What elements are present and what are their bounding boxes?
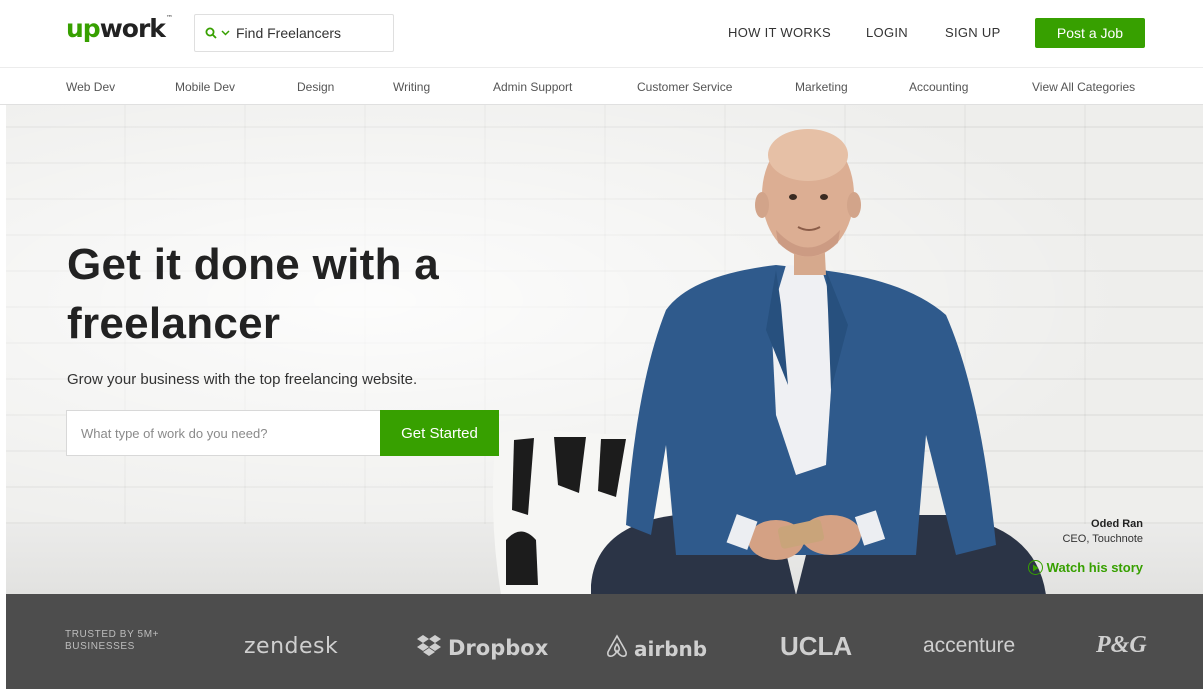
- pg-logo-text: P&G: [1096, 632, 1147, 658]
- find-freelancers-search[interactable]: Find Freelancers: [194, 14, 394, 52]
- post-job-button[interactable]: Post a Job: [1035, 18, 1145, 48]
- play-icon: [1027, 560, 1043, 575]
- testimonial-name: Oded Ran: [1091, 518, 1143, 530]
- logo-work: work: [99, 14, 166, 43]
- watch-story-label: Watch his story: [1046, 560, 1143, 575]
- category-admin-support[interactable]: Admin Support: [493, 80, 572, 94]
- dropbox-logo-text: Dropbox: [448, 635, 549, 660]
- nav-how-it-works[interactable]: HOW IT WORKS: [728, 25, 831, 40]
- airbnb-logo-text: airbnb: [634, 636, 708, 661]
- pg-logo: P&G: [1096, 632, 1147, 659]
- nav-login[interactable]: LOGIN: [866, 25, 908, 40]
- accenture-logo-text: accenture: [923, 634, 1016, 657]
- nav-sign-up[interactable]: SIGN UP: [945, 25, 1001, 40]
- dropbox-box-icon: [416, 634, 442, 661]
- zendesk-logo: zendesk: [244, 634, 338, 659]
- hero-section: Get it done with a freelancer Grow your …: [6, 105, 1203, 594]
- category-marketing[interactable]: Marketing: [795, 80, 848, 94]
- airbnb-belo-icon: [606, 634, 628, 663]
- logo-up: up: [66, 14, 101, 43]
- hero-subheadline: Grow your business with the top freelanc…: [67, 371, 418, 388]
- airbnb-logo: airbnb: [606, 634, 707, 663]
- accenture-logo: accenture: [923, 634, 1015, 658]
- top-header: upwork™ Find Freelancers HOW IT WORKS LO…: [0, 0, 1203, 67]
- logo-trademark: ™: [165, 14, 173, 22]
- upwork-homepage: upwork™ Find Freelancers HOW IT WORKS LO…: [0, 0, 1203, 689]
- category-web-dev[interactable]: Web Dev: [66, 80, 115, 94]
- category-customer-service[interactable]: Customer Service: [637, 80, 732, 94]
- trusted-by-bar: TRUSTED BY 5M+ BUSINESSES zendesk Dropbo…: [6, 594, 1203, 689]
- category-mobile-dev[interactable]: Mobile Dev: [175, 80, 235, 94]
- get-started-button[interactable]: Get Started: [380, 410, 499, 456]
- category-view-all[interactable]: View All Categories: [1032, 80, 1135, 94]
- ucla-logo: UCLA: [780, 631, 852, 662]
- watch-story-link[interactable]: Watch his story: [1027, 560, 1143, 575]
- search-icon: [205, 27, 217, 39]
- category-design[interactable]: Design: [297, 80, 334, 94]
- ucla-logo-text: UCLA: [780, 631, 853, 661]
- category-bar: Web Dev Mobile Dev Design Writing Admin …: [0, 67, 1203, 105]
- category-writing[interactable]: Writing: [393, 80, 430, 94]
- testimonial-role: CEO, Touchnote: [1062, 533, 1143, 545]
- upwork-logo[interactable]: upwork™: [66, 14, 173, 43]
- zendesk-logo-text: zendesk: [244, 634, 339, 659]
- trusted-by-label: TRUSTED BY 5M+ BUSINESSES: [65, 629, 160, 652]
- hero-headline: Get it done with a freelancer: [67, 240, 440, 348]
- chevron-down-icon: [221, 30, 230, 36]
- search-label: Find Freelancers: [236, 25, 342, 41]
- work-type-search-input[interactable]: [66, 410, 381, 456]
- hero-person-image: [492, 129, 1046, 594]
- category-accounting[interactable]: Accounting: [909, 80, 968, 94]
- dropbox-logo: Dropbox: [416, 634, 548, 661]
